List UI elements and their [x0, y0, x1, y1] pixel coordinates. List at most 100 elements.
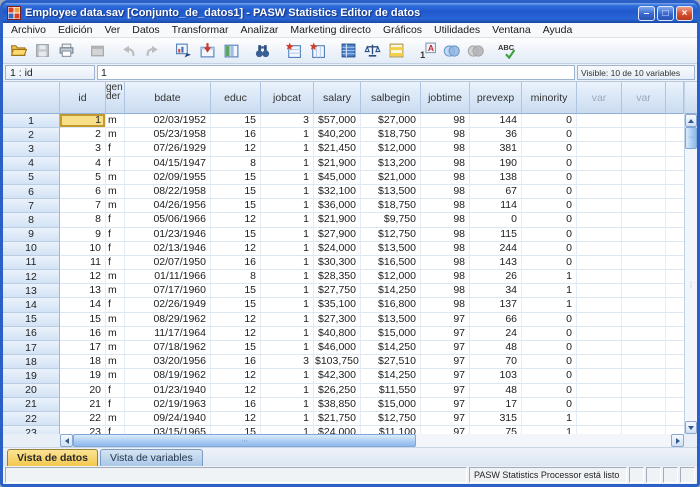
grid-cell[interactable]: 114 [470, 199, 522, 213]
grid-cell[interactable]: 0 [522, 327, 577, 341]
grid-cell[interactable]: $103,750 [314, 355, 361, 369]
grid-cell[interactable]: 10 [60, 242, 106, 256]
grid-cell[interactable]: 1 [261, 228, 314, 242]
goto-variable-button[interactable] [219, 39, 243, 62]
grid-cell-empty[interactable] [622, 398, 666, 412]
grid-cell[interactable]: 07/18/1962 [125, 341, 211, 355]
grid-cell[interactable]: 66 [470, 313, 522, 327]
grid-cell[interactable]: 98 [421, 242, 470, 256]
cell-editor-input[interactable]: 1 [97, 65, 575, 80]
grid-cell[interactable]: $12,000 [361, 142, 421, 156]
grid-cell[interactable]: $12,750 [361, 228, 421, 242]
grid-cell[interactable]: m [106, 369, 125, 383]
grid-cell-empty[interactable] [577, 284, 622, 298]
grid-cell[interactable]: m [106, 114, 125, 128]
grid-cell[interactable]: $16,500 [361, 256, 421, 270]
grid-cell[interactable]: 0 [522, 355, 577, 369]
grid-cell[interactable]: 01/23/1946 [125, 228, 211, 242]
grid-cell[interactable]: m [106, 128, 125, 142]
grid-cell[interactable]: 0 [470, 213, 522, 227]
grid-cell-empty[interactable] [577, 426, 622, 434]
row-header[interactable]: 3 [3, 142, 60, 156]
grid-cell[interactable]: 97 [421, 412, 470, 426]
grid-cell[interactable]: 12 [211, 412, 261, 426]
grid-cell[interactable]: 9 [60, 228, 106, 242]
grid-cell-empty[interactable] [577, 412, 622, 426]
scroll-up-arrow[interactable] [685, 114, 697, 127]
grid-cell[interactable]: 98 [421, 171, 470, 185]
grid-cell-empty[interactable] [622, 412, 666, 426]
grid-cell[interactable]: $32,100 [314, 185, 361, 199]
menu-datos[interactable]: Datos [126, 23, 165, 38]
grid-cell[interactable]: $45,000 [314, 171, 361, 185]
grid-cell[interactable]: 1 [261, 128, 314, 142]
grid-cell[interactable]: $42,300 [314, 369, 361, 383]
menu-analizar[interactable]: Analizar [234, 23, 284, 38]
grid-cell[interactable]: 04/26/1956 [125, 199, 211, 213]
column-header-salbegin[interactable]: salbegin [361, 82, 421, 114]
grid-cell[interactable]: 1 [261, 284, 314, 298]
grid-cell[interactable]: 98 [421, 298, 470, 312]
grid-cell[interactable]: 381 [470, 142, 522, 156]
column-header-bdate[interactable]: bdate [125, 82, 211, 114]
grid-cell[interactable]: 08/22/1958 [125, 185, 211, 199]
grid-cell-empty[interactable] [622, 355, 666, 369]
row-header[interactable]: 7 [3, 199, 60, 213]
grid-cell[interactable]: f [106, 157, 125, 171]
title-bar[interactable]: Employee data.sav [Conjunto_de_datos1] -… [3, 3, 697, 23]
grid-cell[interactable]: 244 [470, 242, 522, 256]
row-header[interactable]: 11 [3, 256, 60, 270]
grid-cell-empty[interactable] [622, 185, 666, 199]
menu-ventana[interactable]: Ventana [486, 23, 537, 38]
grid-cell[interactable]: f [106, 426, 125, 434]
grid-cell[interactable]: m [106, 270, 125, 284]
grid-cell[interactable]: 1 [261, 384, 314, 398]
grid-cell[interactable]: 8 [60, 213, 106, 227]
grid-cell[interactable]: 15 [211, 185, 261, 199]
grid-cell[interactable]: f [106, 142, 125, 156]
grid-cell-empty[interactable] [577, 228, 622, 242]
close-button[interactable]: × [676, 6, 693, 21]
row-header[interactable]: 22 [3, 412, 60, 426]
grid-cell[interactable]: 04/15/1947 [125, 157, 211, 171]
row-header[interactable]: 17 [3, 341, 60, 355]
grid-cell[interactable]: $46,000 [314, 341, 361, 355]
grid-cell-empty[interactable] [622, 341, 666, 355]
grid-cell[interactable]: 16 [211, 128, 261, 142]
column-header-id[interactable]: id [60, 82, 106, 114]
grid-cell[interactable]: $12,750 [361, 412, 421, 426]
grid-cell[interactable]: $21,000 [361, 171, 421, 185]
open-file-button[interactable] [6, 39, 30, 62]
grid-cell[interactable]: 1 [261, 412, 314, 426]
column-header-gender[interactable]: gender [106, 82, 125, 114]
select-cases-button[interactable] [384, 39, 408, 62]
grid-cell-empty[interactable] [577, 341, 622, 355]
grid-cell[interactable]: f [106, 384, 125, 398]
grid-cell[interactable]: 17 [470, 398, 522, 412]
grid-cell-empty[interactable] [622, 256, 666, 270]
grid-cell-empty[interactable] [622, 327, 666, 341]
grid-cell[interactable]: f [106, 298, 125, 312]
grid-cell[interactable]: 3 [60, 142, 106, 156]
grid-cell[interactable]: 0 [522, 384, 577, 398]
split-file-button[interactable] [336, 39, 360, 62]
grid-cell[interactable]: 6 [60, 185, 106, 199]
grid-cell[interactable]: $27,000 [361, 114, 421, 128]
grid-cell[interactable]: 138 [470, 171, 522, 185]
grid-cell[interactable]: $21,900 [314, 213, 361, 227]
scroll-left-arrow[interactable] [60, 434, 73, 447]
grid-cell-empty[interactable] [622, 270, 666, 284]
grid-cell[interactable]: 1 [261, 327, 314, 341]
grid-cell[interactable]: 98 [421, 270, 470, 284]
column-header-educ[interactable]: educ [211, 82, 261, 114]
grid-cell[interactable]: 1 [261, 313, 314, 327]
grid-cell-empty[interactable] [577, 270, 622, 284]
grid-cell[interactable]: m [106, 412, 125, 426]
grid-cell-empty[interactable] [577, 157, 622, 171]
grid-cell[interactable]: 09/24/1940 [125, 412, 211, 426]
grid-cell[interactable]: $18,750 [361, 128, 421, 142]
menu-graficos[interactable]: Gráficos [377, 23, 428, 38]
grid-cell[interactable]: 02/07/1950 [125, 256, 211, 270]
grid-cell[interactable]: 0 [522, 199, 577, 213]
use-variable-sets-button[interactable] [439, 39, 463, 62]
